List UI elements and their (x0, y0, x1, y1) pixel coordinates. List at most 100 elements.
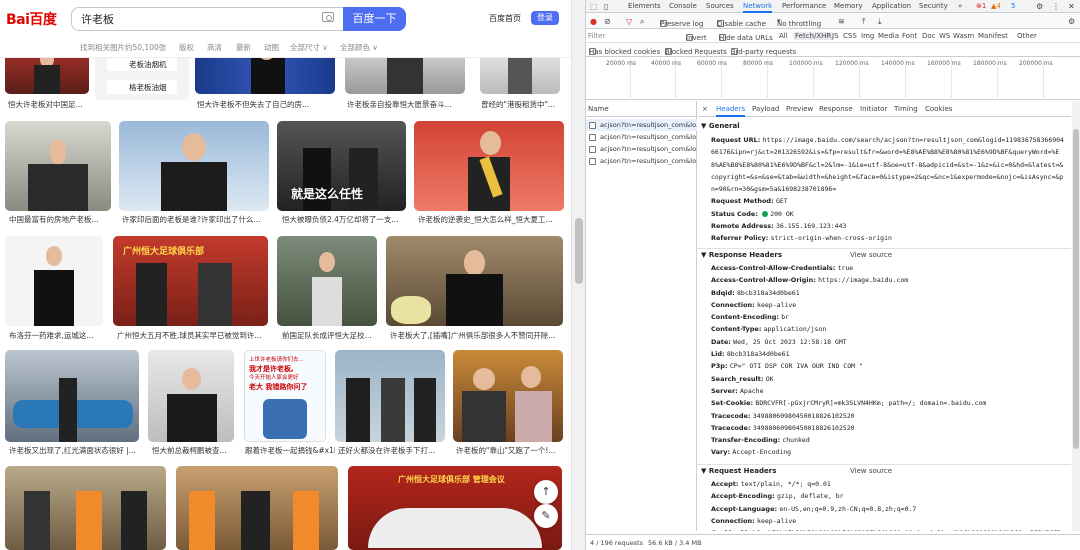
export-icon[interactable]: ⤓ (878, 17, 882, 27)
filter-animated[interactable]: 动图 (264, 42, 279, 53)
tab-sources[interactable]: Sources (706, 2, 734, 10)
image-caption[interactable]: 还好火都没在许老板手下打... (338, 445, 448, 456)
warning-badge[interactable]: ▲4 (991, 2, 1001, 10)
image-result[interactable] (119, 121, 269, 211)
filter-latest[interactable]: 最新 (236, 42, 251, 53)
image-caption[interactable]: 许老板的"靠山"又跑了一个!... (456, 445, 562, 456)
tab-security[interactable]: Security (919, 2, 948, 10)
error-badge[interactable]: ⊗1 (976, 2, 986, 10)
request-headers-section-header[interactable]: ▼ Request Headers View source (698, 464, 1071, 476)
image-caption[interactable]: 恒大前总裁柯鹏被查... (152, 445, 234, 456)
tab-response[interactable]: Response (819, 105, 853, 113)
image-caption[interactable]: 中国最富有的房地产老板... (9, 214, 109, 225)
tab-application[interactable]: Application (872, 2, 911, 10)
filter-input[interactable]: Filter (588, 32, 678, 40)
type-fetch-xhr[interactable]: Fetch/XHR (793, 32, 834, 40)
type-manifest[interactable]: Manifest (978, 32, 1008, 40)
view-source-link[interactable]: View source (850, 467, 892, 475)
image-result[interactable] (453, 350, 563, 442)
settings-icon[interactable]: ⚙ (1036, 2, 1043, 11)
camera-icon[interactable] (322, 12, 334, 22)
tab-preview[interactable]: Preview (786, 105, 813, 113)
filter-color[interactable]: 全部颜色 ∨ (340, 42, 378, 53)
image-result[interactable] (277, 236, 377, 326)
network-overview[interactable]: 20000 ms 40000 ms 60000 ms 80000 ms 1000… (586, 58, 1080, 100)
filter-hd[interactable]: 高清 (207, 42, 222, 53)
tab-network[interactable]: Network (743, 2, 773, 13)
search-input[interactable] (72, 8, 302, 30)
feedback-button[interactable]: ✎ (534, 504, 558, 528)
search-box[interactable] (71, 7, 343, 31)
request-row[interactable]: acjson?tn=resultjson_com&lo... (586, 143, 697, 155)
image-caption[interactable]: 跟着许老板一起捐钱&#x1F4B0; (245, 445, 335, 456)
type-img[interactable]: Img (861, 32, 874, 40)
image-caption[interactable]: 布洛芬一药难求,运城这... (9, 330, 104, 341)
image-result[interactable]: 就是这么任性 (277, 121, 406, 211)
image-result[interactable] (335, 350, 445, 442)
type-ws[interactable]: WS (939, 32, 950, 40)
name-column-header[interactable]: Name (586, 101, 697, 117)
type-media[interactable]: Media (878, 32, 899, 40)
image-result[interactable]: 广州恒大足球俱乐部 管理会议 (348, 466, 562, 550)
more-menu-icon[interactable]: ⋮ (1052, 2, 1060, 11)
image-result[interactable] (5, 121, 111, 211)
image-caption[interactable]: 许老板的逆袭史_恒大怎么样_恒大夏工... (418, 214, 564, 225)
issues-badge[interactable]: 5 (1011, 2, 1015, 10)
network-settings-icon[interactable]: ⚙ (1068, 17, 1075, 26)
login-button[interactable]: 登录 (531, 11, 559, 25)
type-all[interactable]: All (779, 32, 788, 40)
tab-cookies[interactable]: Cookies (925, 105, 952, 113)
image-result[interactable] (5, 466, 166, 550)
page-scrollbar[interactable] (571, 0, 585, 550)
request-row[interactable]: acjson?tn=resultjson_com&lo... (586, 119, 697, 131)
scrollbar-thumb[interactable] (575, 218, 583, 284)
image-result[interactable] (5, 236, 103, 326)
tab-elements[interactable]: Elements (628, 2, 661, 10)
image-caption[interactable]: 许老板亲自投靠恒大愿景奋斗... (347, 99, 467, 110)
search-button[interactable]: 百度一下 (343, 7, 406, 31)
throttling-select[interactable]: No throttling ▾ (777, 17, 821, 28)
type-js[interactable]: JS (832, 32, 839, 40)
inspect-icon[interactable]: ⬚ (590, 2, 598, 11)
filter-icon[interactable]: ▽ (626, 17, 632, 26)
tab-console[interactable]: Console (669, 2, 697, 10)
tab-performance[interactable]: Performance (782, 2, 826, 10)
wifi-icon[interactable]: ≋ (838, 17, 845, 26)
view-source-link[interactable]: View source (850, 251, 892, 259)
image-result[interactable] (5, 350, 139, 442)
scrollbar-thumb[interactable] (1073, 129, 1079, 449)
image-caption[interactable]: 许家印后面的老板是谁?许家印出了什么... (122, 214, 272, 225)
related-tag[interactable]: 老板油烟机 (107, 57, 177, 71)
image-caption[interactable]: 广州恒大五月不胜,球员其实早已被觉到许... (117, 330, 272, 341)
tab-memory[interactable]: Memory (834, 2, 862, 10)
image-result[interactable] (386, 236, 563, 326)
response-headers-section-header[interactable]: ▼ Response Headers View source (698, 248, 1071, 260)
tab-timing[interactable]: Timing (894, 105, 918, 113)
image-result[interactable]: 广州恒大足球俱乐部 (113, 236, 268, 326)
related-tag[interactable]: 格老板油烟 (107, 80, 177, 94)
tab-headers[interactable]: Headers (716, 105, 746, 117)
device-toolbar-icon[interactable]: ▯ (604, 2, 608, 11)
request-row[interactable]: acjson?tn=resultjson_com&lo... (586, 131, 697, 143)
general-section-header[interactable]: ▼ General (698, 120, 1071, 132)
filter-size[interactable]: 全部尺寸 ∨ (290, 42, 328, 53)
tab-initiator[interactable]: Initiator (860, 105, 887, 113)
image-caption[interactable]: 许老板又出现了,红光满面状态很好 |... (9, 445, 137, 456)
image-result[interactable]: 上世许老板请你们去... 我才是许老板, 今天开始人家会更好 老大 我错路你问了 (244, 350, 326, 442)
close-detail-icon[interactable]: × (702, 105, 708, 113)
baidu-home-link[interactable]: 百度首页 (489, 13, 521, 24)
image-caption[interactable]: 前国足队长成评恒大足校... (282, 330, 382, 341)
type-css[interactable]: CSS (843, 32, 857, 40)
import-icon[interactable]: ⤒ (862, 17, 866, 27)
request-row[interactable]: acjson?tn=resultjson_com&lo... (586, 155, 697, 167)
search-icon[interactable]: ⌕ (640, 17, 644, 27)
more-tabs[interactable]: » (958, 2, 962, 10)
type-wasm[interactable]: Wasm (953, 32, 974, 40)
baidu-logo[interactable]: Bai百度 (6, 9, 57, 29)
type-doc[interactable]: Doc (922, 32, 936, 40)
image-result[interactable] (148, 350, 234, 442)
detail-scrollbar[interactable] (1072, 101, 1080, 531)
type-other[interactable]: Other (1017, 32, 1037, 40)
back-to-top-button[interactable]: ↑ (534, 480, 558, 504)
image-caption[interactable]: 许老板大了,[插嘴]广州俱乐部很多人不赞同开除... (390, 330, 560, 341)
